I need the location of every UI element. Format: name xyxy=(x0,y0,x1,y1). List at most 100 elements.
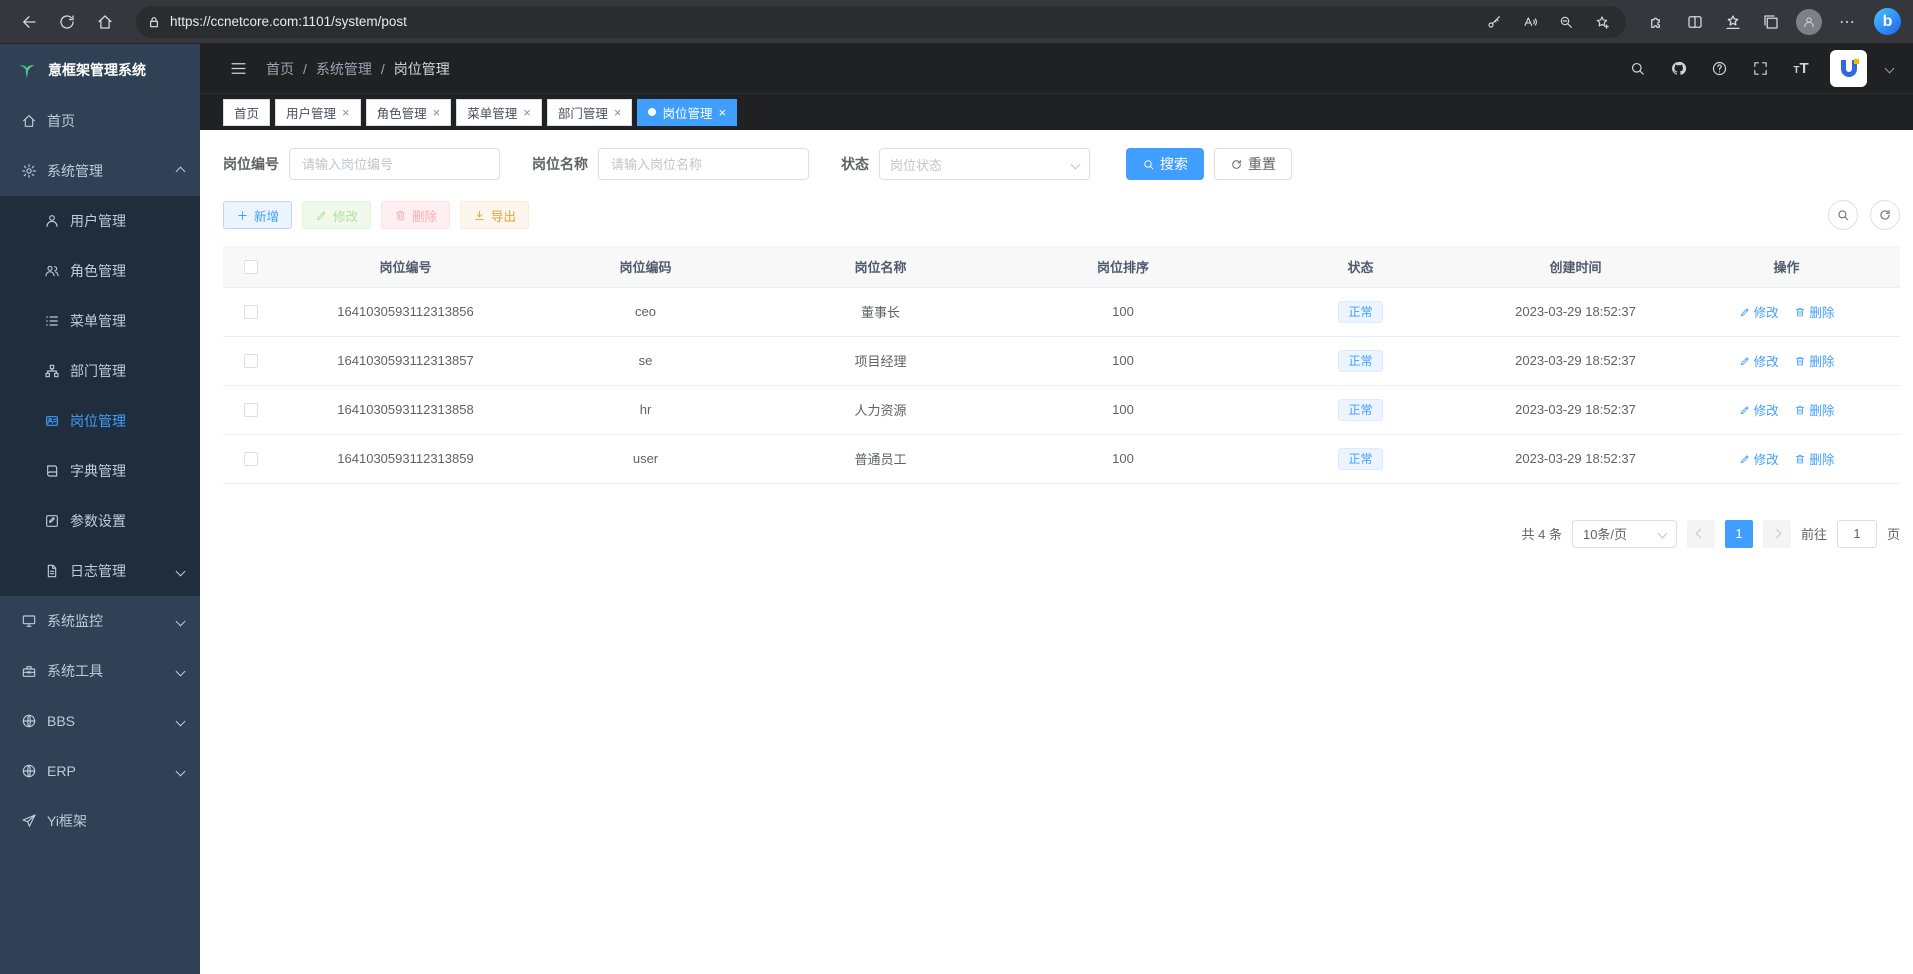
row-delete-link[interactable]: 删除 xyxy=(1794,351,1834,370)
browser-menu-icon[interactable] xyxy=(1830,5,1864,39)
table-row[interactable]: 1641030593112313857 se 项目经理 100 正常 2023-… xyxy=(223,336,1900,385)
row-checkbox[interactable] xyxy=(244,305,258,319)
prev-page-button[interactable] xyxy=(1687,520,1715,548)
app-logo[interactable]: 意框架管理系统 xyxy=(0,44,200,96)
browser-home-button[interactable] xyxy=(88,5,122,39)
read-aloud-icon[interactable] xyxy=(1516,8,1544,36)
row-checkbox[interactable] xyxy=(244,403,258,417)
tab-role-mgmt[interactable]: 角色管理 × xyxy=(366,99,452,126)
sidebar-item-system[interactable]: 系统管理 xyxy=(0,146,200,196)
sidebar-item-log-mgmt[interactable]: 日志管理 xyxy=(0,546,200,596)
tab-menu-mgmt[interactable]: 菜单管理 × xyxy=(456,99,542,126)
user-avatar[interactable] xyxy=(1830,50,1867,87)
sidebar-toggle-icon[interactable] xyxy=(225,56,251,82)
search-form: 岗位编号 岗位名称 状态 岗位状态 搜索 重置 xyxy=(223,148,1900,180)
tab-post-mgmt[interactable]: 岗位管理 × xyxy=(637,99,737,126)
sidebar-item-role-mgmt[interactable]: 角色管理 xyxy=(0,246,200,296)
sidebar-item-monitor[interactable]: 系统监控 xyxy=(0,596,200,646)
main-area: 首页 / 系统管理 / 岗位管理 TT 首页 xyxy=(200,44,1913,974)
browser-back-button[interactable] xyxy=(12,5,46,39)
address-bar[interactable]: https://ccnetcore.com:1101/system/post xyxy=(136,6,1626,38)
sidebar-item-post-mgmt[interactable]: 岗位管理 xyxy=(0,396,200,446)
badge-icon xyxy=(44,413,60,429)
chevron-down-icon xyxy=(176,666,186,676)
sidebar-item-menu-mgmt[interactable]: 菜单管理 xyxy=(0,296,200,346)
close-icon[interactable]: × xyxy=(433,106,441,119)
fullscreen-icon[interactable] xyxy=(1748,57,1772,81)
url-text[interactable]: https://ccnetcore.com:1101/system/post xyxy=(170,14,1472,29)
close-icon[interactable]: × xyxy=(614,106,622,119)
row-checkbox[interactable] xyxy=(244,354,258,368)
delete-button[interactable]: 删除 xyxy=(381,201,450,229)
row-checkbox[interactable] xyxy=(244,452,258,466)
post-id-input[interactable] xyxy=(289,148,500,180)
post-name-input[interactable] xyxy=(598,148,809,180)
row-delete-link[interactable]: 删除 xyxy=(1794,302,1834,321)
row-edit-link[interactable]: 修改 xyxy=(1739,302,1779,321)
export-button[interactable]: 导出 xyxy=(460,201,529,229)
bing-chat-icon[interactable]: b xyxy=(1874,8,1901,35)
goto-suffix: 页 xyxy=(1887,524,1900,543)
next-page-button[interactable] xyxy=(1763,520,1791,548)
chevron-down-icon xyxy=(1658,529,1668,539)
add-button[interactable]: 新增 xyxy=(223,201,292,229)
profile-avatar[interactable] xyxy=(1792,5,1826,39)
edit-button[interactable]: 修改 xyxy=(302,201,371,229)
tab-dept-mgmt[interactable]: 部门管理 × xyxy=(547,99,633,126)
edit-icon xyxy=(1739,306,1751,318)
sidebar-item-user-mgmt[interactable]: 用户管理 xyxy=(0,196,200,246)
status-select[interactable]: 岗位状态 xyxy=(879,148,1090,180)
collections-icon[interactable] xyxy=(1754,5,1788,39)
tab-home[interactable]: 首页 xyxy=(223,99,270,126)
search-icon[interactable] xyxy=(1625,57,1649,81)
table-row[interactable]: 1641030593112313856 ceo 董事长 100 正常 2023-… xyxy=(223,287,1900,336)
cell-post-sort: 100 xyxy=(1003,434,1243,483)
split-screen-icon[interactable] xyxy=(1678,5,1712,39)
pagination-total: 共 4 条 xyxy=(1522,524,1562,543)
sidebar-item-dict-mgmt[interactable]: 字典管理 xyxy=(0,446,200,496)
sidebar-item-label: 参数设置 xyxy=(70,511,126,531)
favorite-star-icon[interactable] xyxy=(1588,8,1616,36)
breadcrumb-item[interactable]: 首页 xyxy=(266,59,294,79)
row-edit-link[interactable]: 修改 xyxy=(1739,400,1779,419)
sidebar-item-erp[interactable]: ERP xyxy=(0,746,200,796)
sidebar-item-param-settings[interactable]: 参数设置 xyxy=(0,496,200,546)
sidebar-item-yi-framework[interactable]: Yi框架 xyxy=(0,796,200,846)
page-size-select[interactable]: 10条/页 xyxy=(1572,520,1677,548)
browser-refresh-button[interactable] xyxy=(50,5,84,39)
cell-created: 2023-03-29 18:52:37 xyxy=(1478,385,1673,434)
sidebar-item-dept-mgmt[interactable]: 部门管理 xyxy=(0,346,200,396)
extensions-icon[interactable] xyxy=(1640,5,1674,39)
sidebar-item-bbs[interactable]: BBS xyxy=(0,696,200,746)
font-size-icon[interactable]: TT xyxy=(1789,57,1813,81)
zoom-icon[interactable] xyxy=(1552,8,1580,36)
goto-page-input[interactable] xyxy=(1837,520,1877,548)
row-delete-link[interactable]: 删除 xyxy=(1794,449,1834,468)
row-delete-link[interactable]: 删除 xyxy=(1794,400,1834,419)
sidebar-item-home[interactable]: 首页 xyxy=(0,96,200,146)
breadcrumb-item[interactable]: 系统管理 xyxy=(316,59,372,79)
close-icon[interactable]: × xyxy=(342,106,350,119)
row-edit-link[interactable]: 修改 xyxy=(1739,351,1779,370)
page-number-button[interactable]: 1 xyxy=(1725,520,1753,548)
refresh-table-button[interactable] xyxy=(1870,200,1900,230)
reset-button[interactable]: 重置 xyxy=(1214,148,1292,180)
table-row[interactable]: 1641030593112313858 hr 人力资源 100 正常 2023-… xyxy=(223,385,1900,434)
favorites-bar-icon[interactable] xyxy=(1716,5,1750,39)
select-all-checkbox[interactable] xyxy=(244,260,258,274)
sidebar-item-tools[interactable]: 系统工具 xyxy=(0,646,200,696)
github-icon[interactable] xyxy=(1666,57,1690,81)
table-row[interactable]: 1641030593112313859 user 普通员工 100 正常 202… xyxy=(223,434,1900,483)
row-edit-link[interactable]: 修改 xyxy=(1739,449,1779,468)
search-button[interactable]: 搜索 xyxy=(1126,148,1204,180)
close-icon[interactable]: × xyxy=(523,106,531,119)
toggle-search-button[interactable] xyxy=(1828,200,1858,230)
site-info-lock-icon[interactable] xyxy=(146,14,162,30)
help-icon[interactable] xyxy=(1707,57,1731,81)
password-key-icon[interactable] xyxy=(1480,8,1508,36)
chevron-down-icon[interactable] xyxy=(1885,64,1895,74)
close-icon[interactable]: × xyxy=(718,106,726,119)
tab-user-mgmt[interactable]: 用户管理 × xyxy=(275,99,361,126)
tab-label: 用户管理 xyxy=(286,103,336,122)
browser-chrome: https://ccnetcore.com:1101/system/post b xyxy=(0,0,1913,44)
